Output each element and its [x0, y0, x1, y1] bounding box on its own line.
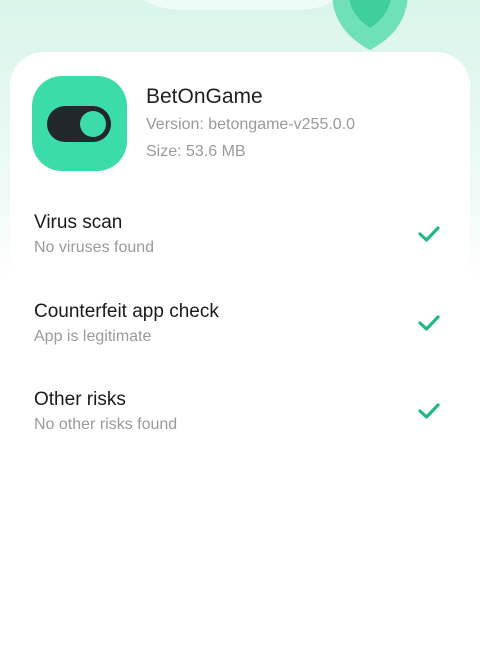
check-subtitle: App is legitimate — [34, 328, 152, 345]
check-subtitle: No viruses found — [34, 239, 155, 256]
check-title: Virus scan — [34, 212, 123, 233]
check-item-counterfeit-app: Counterfeit app check App is legitimate — [34, 301, 454, 361]
toggle-switch-icon — [47, 106, 111, 142]
app-version: Version: betongame-v255.0.0 — [146, 116, 356, 133]
app-size: Size: 53.6 MB — [146, 143, 246, 160]
toggle-knob — [80, 111, 106, 137]
check-icon — [418, 403, 440, 419]
check-item-virus-scan: Virus scan No viruses found — [34, 212, 454, 272]
check-subtitle: No other risks found — [34, 416, 178, 433]
check-title: Counterfeit app check — [34, 301, 219, 322]
check-title: Other risks — [34, 389, 126, 410]
check-item-other-risks: Other risks No other risks found — [34, 389, 454, 449]
check-icon — [418, 226, 440, 242]
app-name: BetOnGame — [146, 85, 263, 108]
check-icon — [418, 315, 440, 331]
shield-icon — [332, 0, 408, 50]
app-icon — [32, 76, 127, 171]
security-scan-card: BetOnGame Version: betongame-v255.0.0 Si… — [10, 52, 470, 652]
